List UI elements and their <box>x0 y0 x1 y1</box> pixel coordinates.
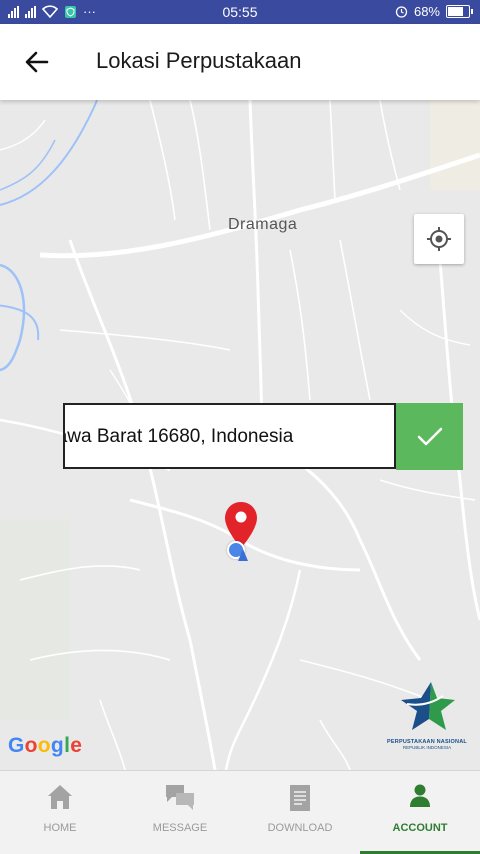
page-title: Lokasi Perpustakaan <box>96 48 302 73</box>
crosshair-icon <box>427 227 451 251</box>
alarm-icon <box>395 6 408 18</box>
arrow-left-icon <box>25 51 49 73</box>
status-bar: ··· 05:55 68% <box>0 0 480 24</box>
direction-arrow-icon <box>238 549 248 561</box>
google-logo: Google <box>8 734 83 757</box>
confirm-location-button[interactable] <box>396 403 463 470</box>
person-icon <box>410 784 430 807</box>
nav-item-message[interactable]: MESSAGE <box>120 771 240 854</box>
document-icon <box>290 785 310 811</box>
map-place-label: Dramaga <box>228 216 298 233</box>
home-icon <box>48 785 72 809</box>
battery-percent: 68% <box>413 4 440 19</box>
star-logo-icon <box>401 682 455 730</box>
battery-icon <box>446 5 473 18</box>
perpustakaan-nasional-logo: PERPUSTAKAAN NASIONAL REPUBLIK INDONESIA <box>386 680 468 750</box>
checkmark-icon <box>417 427 442 445</box>
nav-item-account[interactable]: ACCOUNT <box>360 771 480 854</box>
nav-item-home[interactable]: HOME <box>0 771 120 854</box>
address-field[interactable] <box>63 403 396 469</box>
nav-item-download[interactable]: DOWNLOAD <box>240 771 360 854</box>
status-icons-right: 68% <box>395 4 473 19</box>
message-icon <box>166 785 194 810</box>
logo-subtitle: REPUBLIK INDONESIA <box>402 745 452 750</box>
back-button[interactable] <box>18 44 56 80</box>
nav-label-message: MESSAGE <box>152 822 208 834</box>
my-location-button[interactable] <box>414 214 464 264</box>
map-view[interactable]: Dramaga Google PERPUSTAKAAN NASI <box>0 100 480 770</box>
nav-label-account: ACCOUNT <box>392 822 448 834</box>
nav-label-home: HOME <box>43 822 77 834</box>
nav-label-download: DOWNLOAD <box>267 822 333 834</box>
bottom-navigation: HOME MESSAGE DOWNLOAD ACCOUNT <box>0 770 480 854</box>
address-input[interactable] <box>65 405 388 467</box>
app-bar: Lokasi Perpustakaan <box>0 24 480 100</box>
